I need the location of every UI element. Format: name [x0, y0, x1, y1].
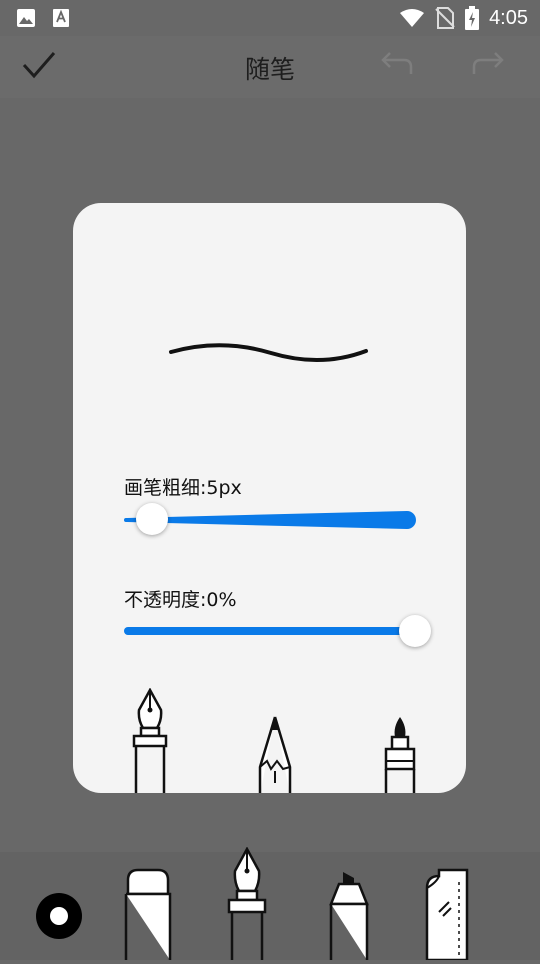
marker-icon: [329, 872, 369, 960]
ruler-button[interactable]: [425, 868, 469, 964]
keyboard-a-icon: [53, 9, 69, 27]
undo-icon: [381, 52, 413, 74]
image-icon: [17, 9, 35, 27]
brush-settings-icon: [36, 893, 82, 939]
opacity-slider-track: [124, 627, 414, 635]
status-time: 4:05: [489, 6, 528, 29]
marker-button[interactable]: [328, 870, 370, 964]
redo-icon: [472, 52, 504, 74]
pen-option-fountain[interactable]: [131, 687, 169, 793]
undo-button[interactable]: [380, 50, 414, 80]
brush-pen-icon: [384, 717, 416, 793]
eraser-button[interactable]: [124, 868, 172, 964]
fountain-pen-tool-button[interactable]: [226, 846, 268, 964]
battery-charging-icon: [465, 6, 480, 30]
thickness-slider-thumb[interactable]: [136, 503, 168, 535]
ruler-icon: [425, 868, 469, 962]
opacity-label: 不透明度:0%: [124, 589, 237, 611]
stroke-preview: [169, 343, 368, 362]
fountain-pen-icon: [132, 687, 168, 793]
bottom-toolbar: [0, 846, 540, 962]
page-title: 随笔: [244, 55, 295, 84]
eraser-icon: [124, 868, 172, 960]
brush-settings-button[interactable]: [35, 892, 83, 944]
redo-button[interactable]: [471, 50, 505, 80]
pen-option-brush[interactable]: [381, 715, 419, 793]
app-bar: 随笔: [0, 36, 540, 98]
status-bar: 4:05: [0, 0, 540, 36]
pen-option-pencil[interactable]: [255, 715, 295, 793]
no-sim-icon: [435, 7, 455, 29]
pencil-icon: [258, 716, 292, 793]
brush-settings-dialog: 画笔粗细:5px 不透明度:0%: [73, 203, 466, 793]
opacity-slider-thumb[interactable]: [399, 615, 431, 647]
thickness-label: 画笔粗细:5px: [124, 477, 242, 499]
fountain-pen-icon: [227, 846, 267, 960]
wifi-icon: [400, 9, 425, 27]
